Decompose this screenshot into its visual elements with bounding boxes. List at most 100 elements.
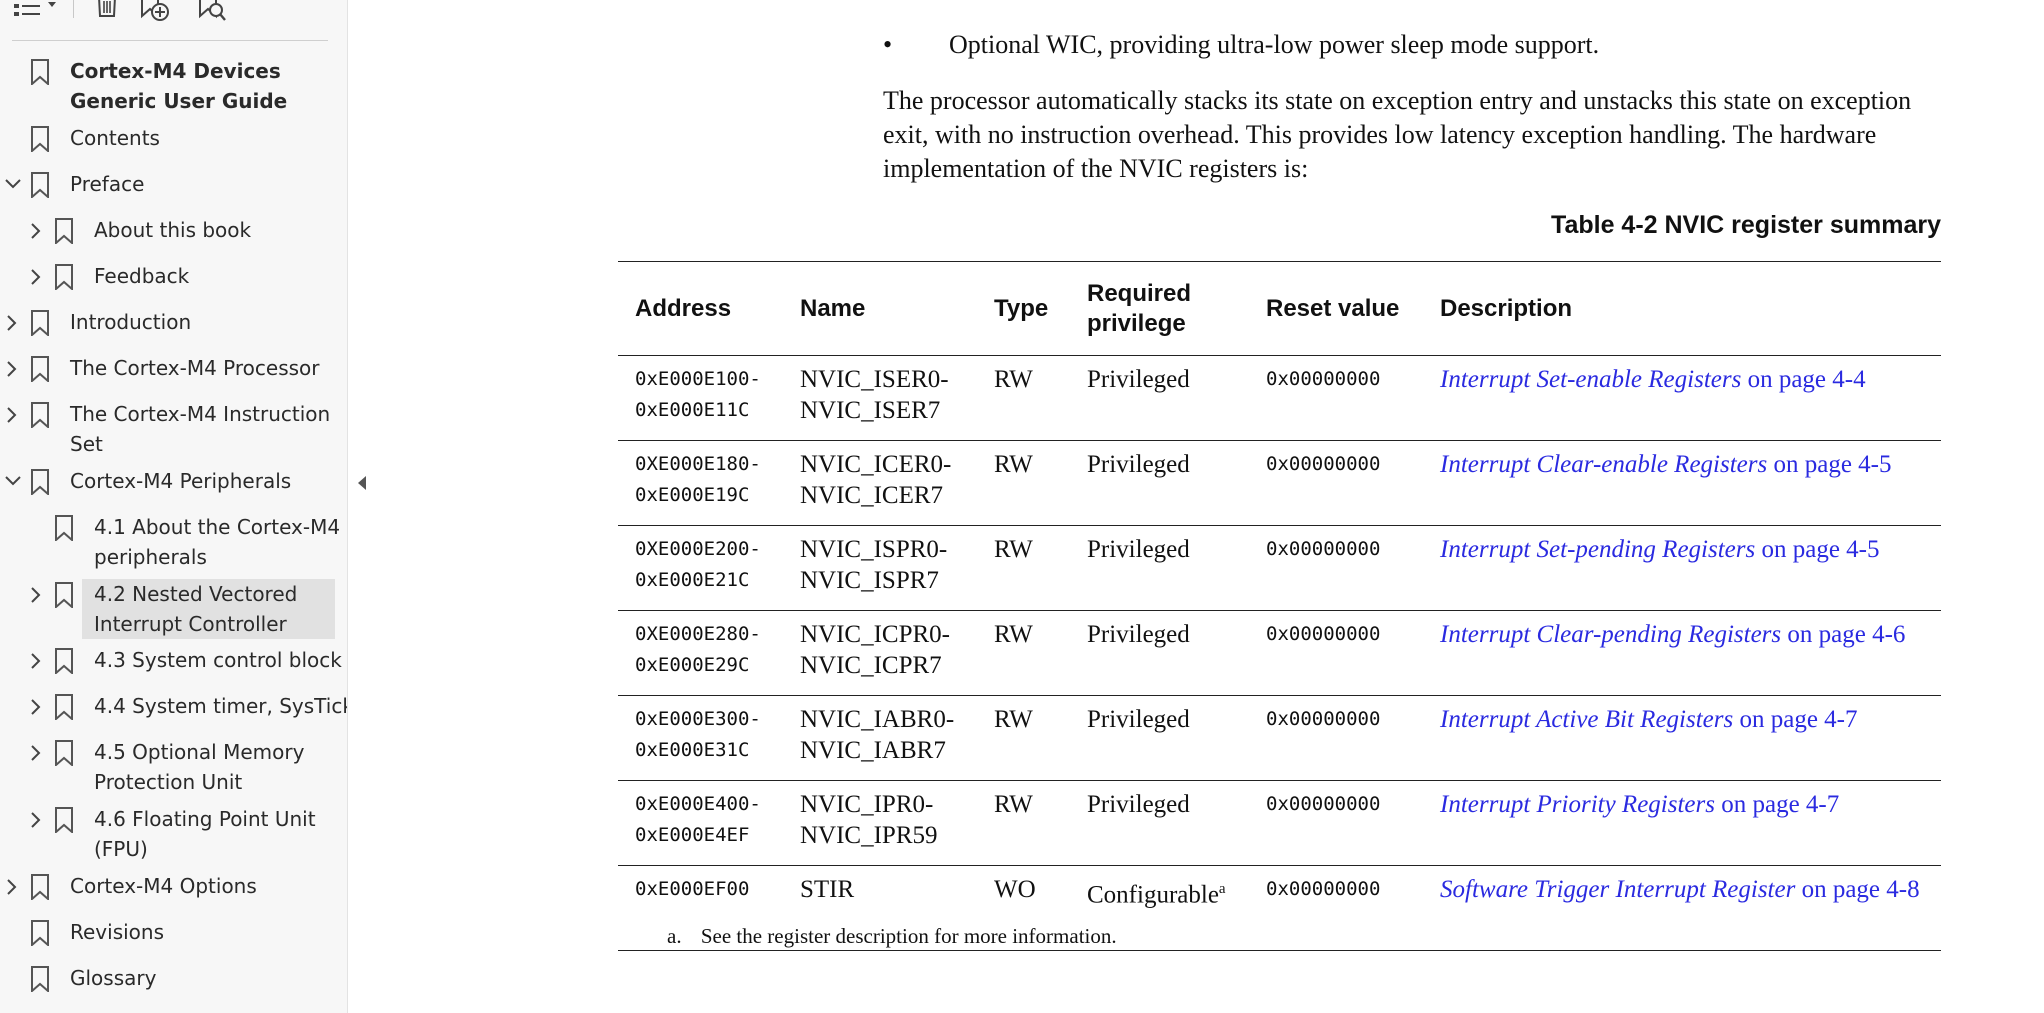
description-link[interactable]: Interrupt Clear-enable Registers on page… [1423,440,1941,526]
bookmark-icon [52,261,82,291]
address-end: 0xE000E29C [635,654,750,676]
chevron-right-icon[interactable] [24,645,52,675]
address-end: 0xE000E19C [635,484,750,506]
bookmark-item[interactable]: Cortex-M4 Options [0,871,257,901]
chevron-right-icon[interactable] [24,579,52,609]
privilege-cell: Privileged [1070,780,1249,866]
bookmark-icon [28,466,58,496]
link-title[interactable]: Interrupt Clear-enable Registers [1440,451,1767,478]
reset-value-cell: 0x00000000 [1249,355,1423,441]
type-cell: RW [977,355,1070,441]
reset-value-cell: 0x00000000 [1249,440,1423,526]
description-link[interactable]: Interrupt Clear-pending Registers on pag… [1423,610,1941,696]
bookmark-item[interactable]: Preface [0,169,144,199]
link-title[interactable]: Interrupt Set-enable Registers [1440,366,1741,393]
chevron-right-icon[interactable] [24,215,52,245]
bookmark-item[interactable]: 4.6 Floating Point Unit (FPU) [24,804,324,864]
trash-icon[interactable] [92,0,122,24]
link-title[interactable]: Interrupt Active Bit Registers [1440,706,1733,733]
link-title[interactable]: Software Trigger Interrupt Register [1440,876,1795,903]
bookmark-icon [28,56,58,86]
bookmarks-toolbar [12,0,328,41]
reset-value-cell: 0x00000000 [1249,525,1423,611]
link-page[interactable]: on page 4-7 [1715,791,1839,818]
link-page[interactable]: on page 4-8 [1795,876,1920,903]
bookmark-icon [28,399,58,429]
chevron-down-icon[interactable] [0,169,28,199]
address-start: 0xE000EF00 [635,878,750,900]
chevron-right-icon[interactable] [0,307,28,337]
bookmark-label: Preface [70,172,145,196]
link-page[interactable]: on page 4-6 [1781,621,1905,648]
bookmark-item[interactable]: Cortex-M4 Devices Generic User Guide [0,56,290,116]
bookmark-item[interactable]: Feedback [24,261,189,291]
bookmark-item[interactable]: 4.2 Nested Vectored Interrupt Controller [24,579,335,639]
register-name-cell: NVIC_ISER0- NVIC_ISER7 [783,355,977,441]
bookmark-item[interactable]: 4.1 About the Cortex-M4 peripherals [24,512,347,572]
link-page[interactable]: on page 4-4 [1741,366,1866,393]
bookmark-label: The Cortex-M4 Instruction Set [70,402,331,456]
chevron-right-icon[interactable] [24,691,52,721]
bookmark-label: 4.2 Nested Vectored Interrupt Controller [82,579,335,639]
register-name-start: STIR [800,876,855,903]
col-header-reset: Reset value [1249,261,1423,356]
register-name-end: NVIC_IPR59 [800,822,938,849]
bookmark-item[interactable]: Cortex-M4 Peripherals [0,466,291,496]
description-link[interactable]: Interrupt Set-pending Registers on page … [1423,525,1941,611]
bookmark-item[interactable]: Contents [0,123,160,153]
chevron-down-icon[interactable] [0,466,28,496]
register-name-start: NVIC_ISPR0- [800,536,948,563]
chevron-right-icon[interactable] [24,737,52,767]
reset-value-cell: 0x00000000 [1249,865,1423,951]
bookmark-label: Contents [70,126,160,150]
chevron-right-icon[interactable] [24,261,52,291]
bookmark-label: 4.4 System timer, SysTick [94,694,348,718]
link-title[interactable]: Interrupt Set-pending Registers [1440,536,1755,563]
link-page[interactable]: on page 4-7 [1733,706,1857,733]
link-title[interactable]: Interrupt Clear-pending Registers [1440,621,1781,648]
address-cell: 0xE000E300- 0xE000E31C [618,695,783,781]
chevron-right-icon[interactable] [0,353,28,383]
bookmark-label: The Cortex-M4 Processor [70,356,320,380]
description-link[interactable]: Interrupt Priority Registers on page 4-7 [1423,780,1941,866]
bookmark-item[interactable]: 4.3 System control block [24,645,342,675]
register-name-end: NVIC_ISER7 [800,397,941,424]
register-name-start: NVIC_IPR0- [800,791,934,818]
find-bookmark-icon[interactable] [194,0,230,24]
link-page[interactable]: on page 4-5 [1767,451,1891,478]
link-title[interactable]: Interrupt Priority Registers [1440,791,1715,818]
address-start: 0xE000E100- [635,368,761,390]
register-name-start: NVIC_ICER0- [800,451,952,478]
address-end: 0xE000E11C [635,399,750,421]
bookmark-icon [28,353,58,383]
bookmark-item[interactable]: 4.4 System timer, SysTick [24,691,348,721]
bookmark-item[interactable]: The Cortex-M4 Instruction Set [0,399,340,459]
description-link[interactable]: Interrupt Active Bit Registers on page 4… [1423,695,1941,781]
bookmark-item[interactable]: Glossary [0,963,156,993]
description-link[interactable]: Interrupt Set-enable Registers on page 4… [1423,355,1941,441]
bullet-mark: • [883,30,893,59]
bookmark-item[interactable]: Revisions [0,917,164,947]
collapse-panel-icon[interactable] [356,474,368,497]
bookmark-icon [28,917,58,947]
register-name-cell: NVIC_ICER0- NVIC_ICER7 [783,440,977,526]
bookmark-item[interactable]: About this book [24,215,251,245]
col-header-type: Type [977,261,1070,356]
register-name-start: NVIC_ICPR0- [800,621,951,648]
link-page[interactable]: on page 4-5 [1755,536,1879,563]
type-cell: RW [977,780,1070,866]
reset-value-cell: 0x00000000 [1249,610,1423,696]
address-end: 0xE000E4EF [635,824,750,846]
chevron-right-icon[interactable] [0,871,28,901]
list-options-icon[interactable] [12,0,60,24]
chevron-right-icon[interactable] [24,804,52,834]
address-cell: 0xE000E400- 0xE000E4EF [618,780,783,866]
add-bookmark-icon[interactable] [136,0,172,24]
register-name-cell: NVIC_ISPR0- NVIC_ISPR7 [783,525,977,611]
bookmark-item[interactable]: 4.5 Optional Memory Protection Unit [24,737,324,797]
bookmark-icon [52,691,82,721]
description-link[interactable]: Software Trigger Interrupt Register on p… [1423,865,1941,951]
bookmark-item[interactable]: The Cortex-M4 Processor [0,353,320,383]
chevron-right-icon[interactable] [0,399,28,429]
bookmark-item[interactable]: Introduction [0,307,191,337]
